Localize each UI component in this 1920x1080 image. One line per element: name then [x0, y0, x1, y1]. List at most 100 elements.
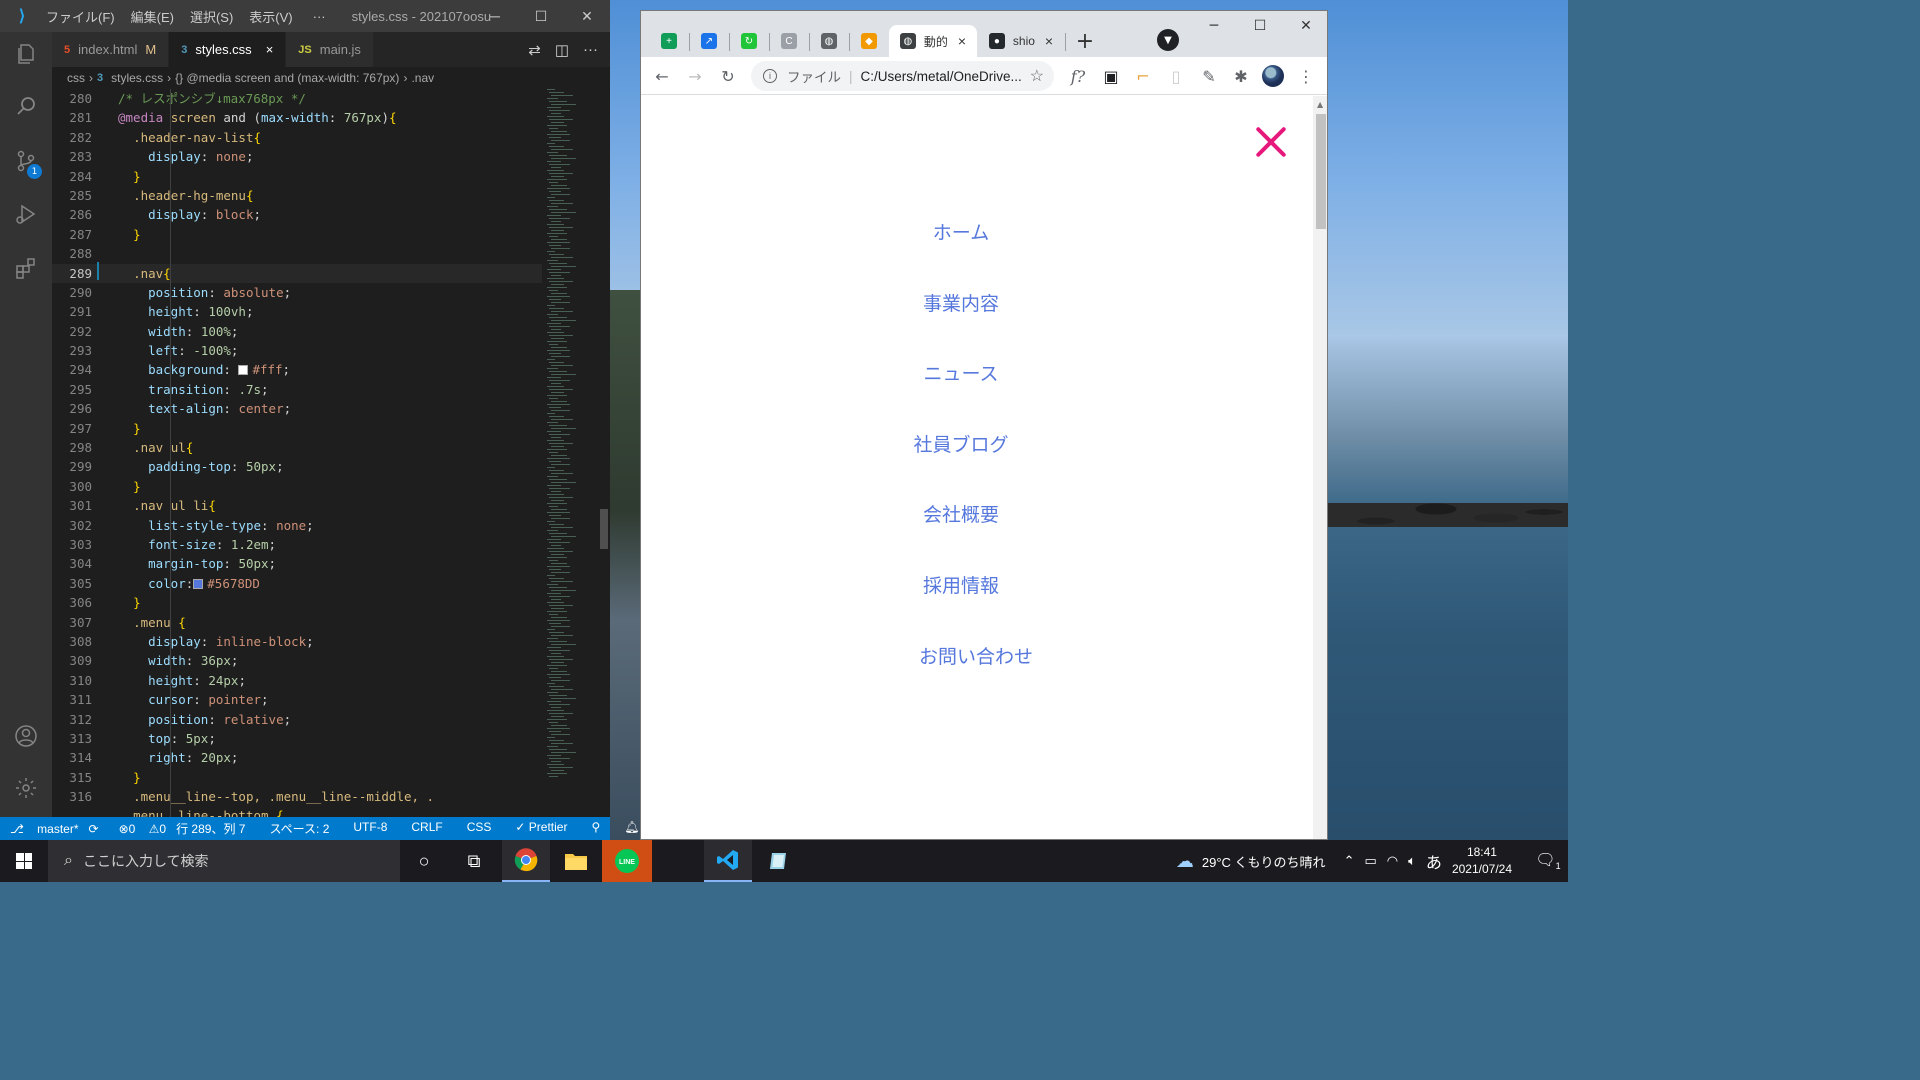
nav-item[interactable]: 会社概要 — [641, 500, 1281, 571]
browser-tab[interactable]: ↗ — [689, 25, 729, 57]
taskbar-line-icon[interactable]: LINE — [602, 840, 652, 882]
weather-widget[interactable]: ☁ 29°C くもりのち晴れ — [1176, 851, 1326, 872]
page-scrollbar[interactable]: ▲ — [1313, 96, 1327, 839]
live-share-icon[interactable]: ⚲ — [591, 820, 600, 837]
browser-tab[interactable]: ◍ 動的 × — [889, 25, 977, 57]
code-line[interactable]: 313 top: 5px; — [52, 729, 542, 748]
tab-index-html[interactable]: 5 index.html M — [52, 32, 170, 67]
vscode-close-icon[interactable]: ✕ — [564, 0, 610, 32]
profile-avatar[interactable] — [1262, 65, 1284, 87]
status-language[interactable]: CSS — [467, 820, 492, 837]
tab-styles-css[interactable]: 3 styles.css × — [169, 32, 287, 67]
reload-icon[interactable]: ↻ — [717, 65, 739, 87]
explorer-icon[interactable] — [12, 40, 40, 68]
editor-scrollbar[interactable] — [598, 89, 610, 817]
vscode-minimize-icon[interactable]: ─ — [472, 0, 518, 32]
menu-view[interactable]: 表示(V) — [249, 7, 292, 26]
code-line[interactable]: 307 .menu { — [52, 613, 542, 632]
code-line[interactable]: 309 width: 36px; — [52, 651, 542, 670]
accounts-icon[interactable] — [12, 722, 40, 750]
extension-ruler-icon[interactable]: ⌐ — [1132, 65, 1154, 87]
browser-tab[interactable]: + — [649, 25, 689, 57]
code-line[interactable]: 287 } — [52, 225, 542, 244]
nav-item[interactable]: 事業内容 — [641, 289, 1281, 360]
wifi-icon[interactable]: ◠ — [1387, 853, 1398, 869]
code-line[interactable]: 300 } — [52, 477, 542, 496]
extension-font-icon[interactable]: f? — [1067, 65, 1089, 87]
code-line[interactable]: 299 padding-top: 50px; — [52, 457, 542, 476]
chrome-close-icon[interactable]: ✕ — [1283, 11, 1327, 41]
browser-tab[interactable]: ↻ — [729, 25, 769, 57]
browser-tab[interactable]: ● shio × — [977, 25, 1065, 57]
chrome-minimize-icon[interactable]: ─ — [1191, 11, 1237, 41]
code-line[interactable]: 306 } — [52, 593, 542, 612]
code-line[interactable]: 298 .nav ul{ — [52, 438, 542, 457]
code-line[interactable]: 316 .menu__line--top, .menu__line--middl… — [52, 787, 542, 806]
back-arrow-icon[interactable]: ← — [651, 65, 673, 87]
nav-item[interactable]: ニュース — [641, 359, 1281, 430]
browser-tab[interactable]: ◍ — [809, 25, 849, 57]
code-line[interactable]: 290 position: absolute; — [52, 283, 542, 302]
settings-gear-icon[interactable] — [12, 774, 40, 802]
new-tab-button[interactable]: + — [1073, 29, 1097, 54]
browser-tab[interactable]: ◆ — [849, 25, 889, 57]
scroll-up-arrow-icon[interactable]: ▲ — [1317, 100, 1323, 109]
editor-scrollbar-thumb[interactable] — [600, 509, 608, 549]
code-line[interactable]: menu__line--bottom { — [52, 806, 542, 817]
code-line[interactable]: 288 — [52, 244, 542, 263]
battery-icon[interactable]: ▭ — [1364, 853, 1376, 869]
code-line[interactable]: 311 cursor: pointer; — [52, 690, 542, 709]
code-line[interactable]: 285 .header-hg-menu{ — [52, 186, 542, 205]
start-button[interactable] — [0, 840, 48, 882]
code-line[interactable]: 314 right: 20px; — [52, 748, 542, 767]
menu-file[interactable]: ファイル(F) — [46, 7, 115, 26]
code-editor[interactable]: 280/* レスポンシブ↓max768px */281 @media screen… — [52, 89, 542, 817]
code-line[interactable]: 304 margin-top: 50px; — [52, 554, 542, 573]
taskbar-search-box[interactable]: ⌕ ここに入力して検索 — [48, 840, 400, 882]
code-line[interactable]: 294 background: #fff; — [52, 360, 542, 379]
code-line[interactable]: 283 display: none; — [52, 147, 542, 166]
code-line[interactable]: 301 .nav ul li{ — [52, 496, 542, 515]
code-line[interactable]: 291 height: 100vh; — [52, 302, 542, 321]
extension-bookmark-icon[interactable]: ▯ — [1165, 65, 1187, 87]
extensions-puzzle-icon[interactable]: ✱ — [1230, 65, 1252, 87]
code-line[interactable]: 280 /* レスポンシブ↓max768px */ — [52, 89, 542, 108]
code-line[interactable]: 281 @media screen and (max-width: 767px){ — [52, 108, 542, 127]
taskbar-app-icon[interactable] — [754, 840, 802, 882]
tab-close-icon[interactable]: × — [958, 33, 966, 49]
bookmark-star-icon[interactable]: ☆ — [1030, 66, 1044, 86]
run-debug-icon[interactable] — [12, 200, 40, 228]
menu-selection[interactable]: 選択(S) — [190, 7, 233, 26]
code-line[interactable]: 297 } — [52, 419, 542, 438]
menu-close-icon[interactable] — [1253, 124, 1289, 160]
code-line[interactable]: 310 height: 24px; — [52, 671, 542, 690]
status-prettier[interactable]: ✓ Prettier — [515, 820, 567, 837]
task-view-icon[interactable]: ⧉ — [450, 840, 498, 882]
code-line[interactable]: 292 width: 100%; — [52, 322, 542, 341]
extensions-icon[interactable] — [12, 254, 40, 282]
color-swatch[interactable] — [193, 578, 204, 589]
vscode-logo-icon[interactable]: ⟩ — [12, 6, 32, 26]
code-line[interactable]: 305 color: #5678DD — [52, 574, 542, 593]
tray-chevron-up-icon[interactable]: ⌃ — [1344, 853, 1355, 869]
tab-main-js[interactable]: JS main.js — [286, 32, 374, 67]
code-line[interactable]: 293 left: -100%; — [52, 341, 542, 360]
menu-edit[interactable]: 編集(E) — [131, 7, 174, 26]
status-indentation[interactable]: スペース: 2 — [269, 820, 329, 837]
browser-tab[interactable]: C — [769, 25, 809, 57]
chrome-menu-icon[interactable]: ⋮ — [1295, 65, 1317, 87]
status-problems[interactable]: ⊗0 ⚠0 — [109, 822, 167, 836]
nav-item[interactable]: 採用情報 — [641, 571, 1281, 642]
extension-eyedropper-icon[interactable]: ✎ — [1198, 65, 1220, 87]
tab-search-icon[interactable]: ▼ — [1157, 29, 1179, 51]
breadcrumb-folder[interactable]: css — [67, 71, 85, 85]
action-center-icon[interactable]: 🗨︎1 — [1528, 850, 1568, 871]
tab-close-icon[interactable]: × — [266, 42, 274, 57]
chrome-maximize-icon[interactable]: ☐ — [1237, 11, 1283, 41]
nav-item[interactable]: ホーム — [641, 218, 1281, 289]
status-encoding[interactable]: UTF-8 — [353, 820, 387, 837]
code-line[interactable]: 302 list-style-type: none; — [52, 516, 542, 535]
nav-item[interactable]: お問い合わせ — [641, 642, 1281, 713]
more-actions-icon[interactable]: ··· — [583, 41, 598, 58]
code-line[interactable]: 315 } — [52, 768, 542, 787]
